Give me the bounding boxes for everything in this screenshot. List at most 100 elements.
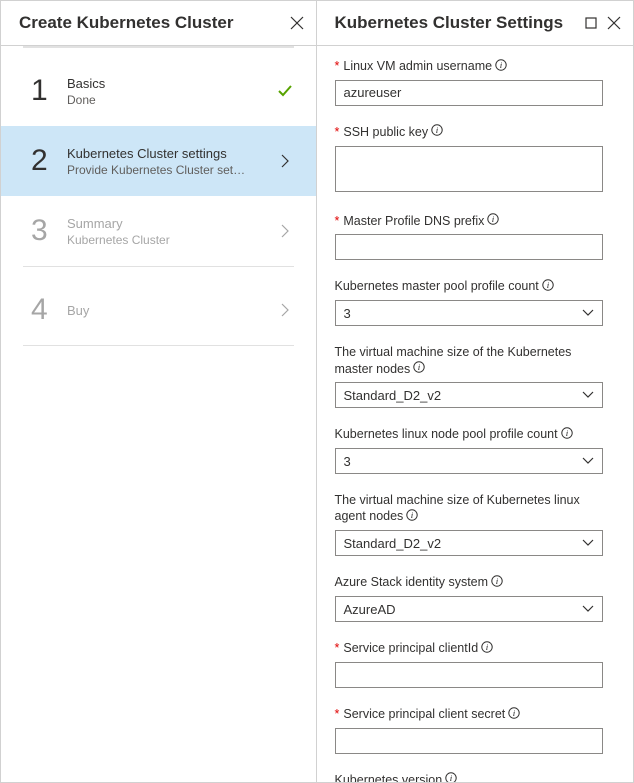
field-dns-prefix: *Master Profile DNS prefixi: [335, 213, 604, 261]
chevron-right-icon: [281, 303, 289, 317]
svg-text:i: i: [565, 429, 567, 438]
field-sp-clientid: *Service principal clientIdi: [335, 640, 604, 688]
info-icon[interactable]: i: [413, 361, 425, 377]
info-icon[interactable]: i: [406, 509, 418, 525]
node-size-select[interactable]: Standard_D2_v2: [335, 530, 604, 556]
chevron-down-icon: [582, 457, 594, 465]
svg-text:i: i: [450, 774, 452, 782]
svg-text:i: i: [411, 511, 413, 520]
field-label: Kubernetes linux node pool profile count…: [335, 426, 604, 443]
sp-secret-input[interactable]: [335, 728, 604, 754]
check-icon: [277, 83, 293, 99]
step-subtitle: Kubernetes Cluster: [67, 233, 247, 247]
step-text: Basics Done: [67, 76, 276, 107]
field-label: The virtual machine size of the Kubernet…: [335, 344, 604, 377]
close-icon[interactable]: [607, 16, 621, 30]
close-icon[interactable]: [290, 16, 304, 30]
info-icon[interactable]: i: [481, 641, 493, 657]
chevron-right-icon: [281, 154, 289, 168]
divider: [23, 345, 294, 346]
wizard-step-basics[interactable]: 1 Basics Done: [23, 56, 294, 126]
field-label: The virtual machine size of Kubernetes l…: [335, 492, 604, 525]
step-indicator: [276, 83, 294, 99]
chevron-down-icon: [582, 309, 594, 317]
wizard-steps-2: 4 Buy: [1, 267, 316, 345]
settings-title: Kubernetes Cluster Settings: [335, 13, 564, 33]
required-star: *: [335, 707, 340, 721]
step-number: 3: [31, 214, 63, 248]
wizard-step-summary[interactable]: 3 Summary Kubernetes Cluster: [23, 196, 294, 266]
wizard-panel: Create Kubernetes Cluster 1 Basics Done …: [1, 1, 317, 782]
info-icon[interactable]: i: [431, 124, 443, 140]
field-linux-vm-user: *Linux VM admin usernamei: [335, 58, 604, 106]
info-icon[interactable]: i: [561, 427, 573, 443]
field-k8s-version: Kubernetes versioni 1.14: [335, 772, 604, 782]
step-indicator: [276, 303, 294, 317]
wizard-step-settings[interactable]: 2 Kubernetes Cluster settings Provide Ku…: [1, 126, 316, 196]
step-subtitle: Provide Kubernetes Cluster settin...: [67, 163, 247, 177]
svg-text:i: i: [486, 643, 488, 652]
dns-prefix-input[interactable]: [335, 234, 604, 260]
wizard-title: Create Kubernetes Cluster: [19, 13, 233, 33]
step-indicator: [276, 224, 294, 238]
field-label: *SSH public keyi: [335, 124, 604, 141]
field-label: Azure Stack identity systemi: [335, 574, 604, 591]
field-label: *Linux VM admin usernamei: [335, 58, 604, 75]
field-ssh-key: *SSH public keyi: [335, 124, 604, 195]
settings-form: *Linux VM admin usernamei *SSH public ke…: [317, 46, 634, 782]
wizard-steps: 1 Basics Done 2 Kubernetes Cluster setti…: [1, 48, 316, 266]
svg-text:i: i: [436, 126, 438, 135]
required-star: *: [335, 59, 340, 73]
info-icon[interactable]: i: [542, 279, 554, 295]
field-master-size: The virtual machine size of the Kubernet…: [335, 344, 604, 408]
wizard-step-buy[interactable]: 4 Buy: [23, 275, 294, 345]
step-number: 2: [31, 144, 63, 178]
chevron-right-icon: [281, 224, 289, 238]
ssh-key-input[interactable]: [335, 146, 604, 192]
field-label: *Service principal clientIdi: [335, 640, 604, 657]
info-icon[interactable]: i: [508, 707, 520, 723]
svg-text:i: i: [547, 281, 549, 290]
svg-text:i: i: [513, 709, 515, 718]
step-text: Kubernetes Cluster settings Provide Kube…: [67, 146, 276, 177]
settings-header-icons: [585, 16, 621, 30]
settings-header: Kubernetes Cluster Settings: [317, 1, 634, 46]
field-sp-secret: *Service principal client secreti: [335, 706, 604, 754]
step-indicator: [276, 154, 294, 168]
info-icon[interactable]: i: [495, 59, 507, 75]
step-subtitle: Done: [67, 93, 247, 107]
field-label: Kubernetes versioni: [335, 772, 604, 782]
info-icon[interactable]: i: [491, 575, 503, 591]
field-node-size: The virtual machine size of Kubernetes l…: [335, 492, 604, 556]
identity-select[interactable]: AzureAD: [335, 596, 604, 622]
maximize-icon[interactable]: [585, 17, 597, 29]
svg-text:i: i: [492, 215, 494, 224]
step-text: Summary Kubernetes Cluster: [67, 216, 276, 247]
step-number: 1: [31, 74, 63, 108]
node-count-select[interactable]: 3: [335, 448, 604, 474]
field-node-count: Kubernetes linux node pool profile count…: [335, 426, 604, 474]
master-count-select[interactable]: 3: [335, 300, 604, 326]
svg-text:i: i: [500, 61, 502, 70]
info-icon[interactable]: i: [487, 213, 499, 229]
chevron-down-icon: [582, 605, 594, 613]
sp-clientid-input[interactable]: [335, 662, 604, 688]
master-size-select[interactable]: Standard_D2_v2: [335, 382, 604, 408]
field-label: Kubernetes master pool profile counti: [335, 278, 604, 295]
step-number: 4: [31, 293, 63, 327]
info-icon[interactable]: i: [445, 772, 457, 782]
field-label: *Master Profile DNS prefixi: [335, 213, 604, 230]
field-label: *Service principal client secreti: [335, 706, 604, 723]
svg-text:i: i: [496, 577, 498, 586]
chevron-down-icon: [582, 539, 594, 547]
required-star: *: [335, 214, 340, 228]
settings-panel: Kubernetes Cluster Settings *Linux VM ad…: [317, 1, 634, 782]
wizard-header: Create Kubernetes Cluster: [1, 1, 316, 46]
step-text: Buy: [67, 303, 276, 318]
field-identity: Azure Stack identity systemi AzureAD: [335, 574, 604, 622]
chevron-down-icon: [582, 391, 594, 399]
wizard-header-icons: [290, 16, 304, 30]
dialog-container: Create Kubernetes Cluster 1 Basics Done …: [0, 0, 634, 783]
linux-vm-user-input[interactable]: [335, 80, 604, 106]
step-title: Buy: [67, 303, 276, 318]
